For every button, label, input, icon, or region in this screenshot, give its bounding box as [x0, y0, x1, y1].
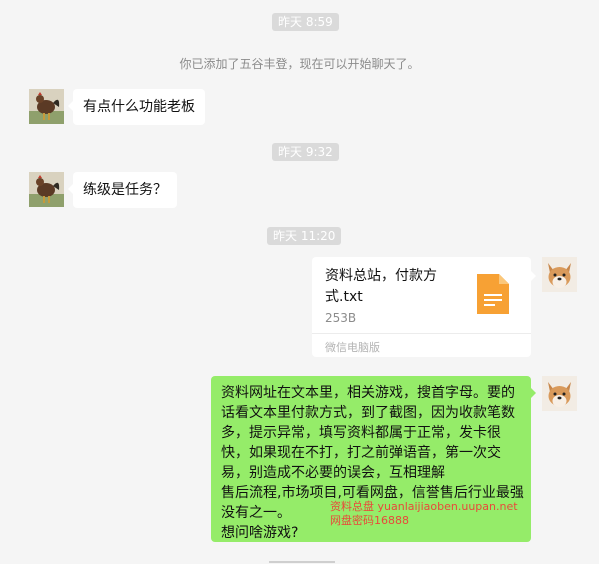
- system-notice: 你已添加了五谷丰登，现在可以开始聊天了。: [179, 57, 420, 71]
- rooster-avatar-icon: [29, 89, 64, 124]
- dog-avatar-icon: [542, 257, 577, 292]
- dog-avatar-icon: [542, 376, 577, 411]
- overlay-password-text: 网盘密码16888: [330, 514, 409, 527]
- file-size: 253B: [325, 311, 357, 325]
- scroll-indicator: [269, 561, 335, 563]
- file-message[interactable]: 资料总站，付款方式.txt 253B 微信电脑版: [312, 257, 536, 357]
- incoming-message[interactable]: 有点什么功能老板: [68, 89, 205, 125]
- timestamp: 昨天 11:20: [267, 227, 342, 245]
- timestamp: 昨天 9:32: [272, 143, 339, 161]
- txt-file-icon: [477, 274, 509, 314]
- contact-avatar[interactable]: [29, 172, 64, 207]
- file-name: 资料总站，付款方式.txt: [325, 268, 437, 305]
- my-avatar[interactable]: [542, 257, 577, 292]
- my-avatar[interactable]: [542, 376, 577, 411]
- incoming-message[interactable]: 练级是任务？: [68, 172, 177, 208]
- timestamp: 昨天 8:59: [272, 13, 339, 31]
- rooster-avatar-icon: [29, 172, 64, 207]
- overlay-link-text: 资料总盘 yuanlaijiaoben.uupan.net: [330, 500, 518, 513]
- contact-avatar[interactable]: [29, 89, 64, 124]
- divider: [312, 333, 531, 334]
- file-source: 微信电脑版: [325, 341, 380, 354]
